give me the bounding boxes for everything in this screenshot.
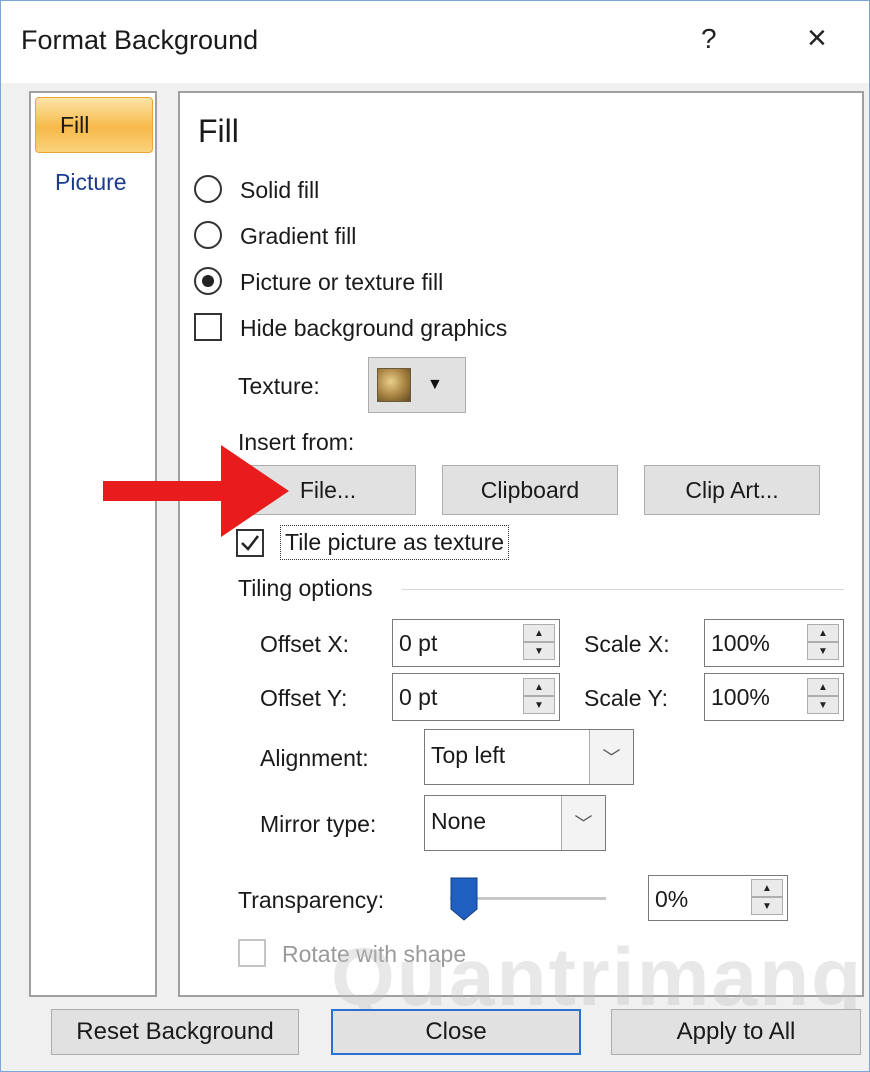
- radio-solid-fill-label[interactable]: Solid fill: [240, 177, 319, 204]
- scale-y-spinner[interactable]: ▲ ▼: [807, 678, 839, 716]
- offset-x-value: 0 pt: [399, 630, 438, 656]
- chevron-down-icon[interactable]: ﹀: [589, 730, 633, 784]
- category-list: Fill Picture: [29, 91, 157, 997]
- scale-x-field[interactable]: 100% ▲ ▼: [704, 619, 844, 667]
- mirror-type-value: None: [431, 808, 486, 834]
- tiling-divider: [402, 589, 844, 590]
- spin-up-icon[interactable]: ▲: [523, 624, 555, 642]
- spin-down-icon[interactable]: ▼: [523, 642, 555, 660]
- section-title: Fill: [198, 113, 239, 149]
- nav-item-fill[interactable]: Fill: [35, 97, 153, 153]
- alignment-value: Top left: [431, 742, 506, 768]
- hide-graphics-label[interactable]: Hide background graphics: [240, 315, 507, 342]
- scale-x-spinner[interactable]: ▲ ▼: [807, 624, 839, 662]
- offset-x-field[interactable]: 0 pt ▲ ▼: [392, 619, 560, 667]
- spin-up-icon[interactable]: ▲: [807, 624, 839, 642]
- radio-picture-fill[interactable]: [194, 267, 222, 295]
- close-icon[interactable]: ×: [807, 19, 827, 58]
- texture-label: Texture:: [238, 373, 320, 399]
- scale-x-value: 100%: [711, 630, 770, 656]
- mirror-type-label: Mirror type:: [260, 811, 377, 837]
- spin-down-icon[interactable]: ▼: [523, 696, 555, 714]
- transparency-label: Transparency:: [238, 887, 385, 913]
- radio-picture-fill-label[interactable]: Picture or texture fill: [240, 269, 443, 296]
- transparency-spinner[interactable]: ▲ ▼: [751, 879, 783, 917]
- offset-x-spinner[interactable]: ▲ ▼: [523, 624, 555, 662]
- offset-y-spinner[interactable]: ▲ ▼: [523, 678, 555, 716]
- transparency-field[interactable]: 0% ▲ ▼: [648, 875, 788, 921]
- texture-swatch: [377, 368, 411, 402]
- spin-down-icon[interactable]: ▼: [751, 897, 783, 915]
- rotate-shape-checkbox: [238, 939, 266, 967]
- apply-to-all-button[interactable]: Apply to All: [611, 1009, 861, 1055]
- clipboard-button[interactable]: Clipboard: [442, 465, 618, 515]
- scale-y-value: 100%: [711, 684, 770, 710]
- nav-item-picture[interactable]: Picture: [55, 169, 127, 196]
- offset-y-value: 0 pt: [399, 684, 438, 710]
- help-icon[interactable]: ?: [701, 23, 717, 55]
- texture-picker[interactable]: ▼: [368, 357, 466, 413]
- red-arrow-annotation: [103, 445, 289, 537]
- radio-solid-fill[interactable]: [194, 175, 222, 203]
- spin-down-icon[interactable]: ▼: [807, 696, 839, 714]
- dialog-title: Format Background: [21, 25, 259, 55]
- scale-y-field[interactable]: 100% ▲ ▼: [704, 673, 844, 721]
- spin-up-icon[interactable]: ▲: [523, 678, 555, 696]
- reset-background-button[interactable]: Reset Background: [51, 1009, 299, 1055]
- spin-down-icon[interactable]: ▼: [807, 642, 839, 660]
- alignment-label: Alignment:: [260, 745, 369, 771]
- format-background-dialog: Format Background ? × Fill Picture Fill …: [0, 0, 870, 1072]
- dropdown-arrow-icon: ▼: [427, 376, 443, 393]
- transparency-slider-thumb[interactable]: [450, 877, 478, 921]
- transparency-value: 0%: [655, 886, 689, 912]
- scale-y-label: Scale Y:: [584, 685, 668, 711]
- radio-gradient-fill-label[interactable]: Gradient fill: [240, 223, 356, 250]
- spin-up-icon[interactable]: ▲: [751, 879, 783, 897]
- hide-graphics-checkbox[interactable]: [194, 313, 222, 341]
- radio-gradient-fill[interactable]: [194, 221, 222, 249]
- close-button[interactable]: Close: [331, 1009, 581, 1055]
- offset-x-label: Offset X:: [260, 631, 350, 657]
- offset-y-field[interactable]: 0 pt ▲ ▼: [392, 673, 560, 721]
- spin-up-icon[interactable]: ▲: [807, 678, 839, 696]
- mirror-type-dropdown[interactable]: None ﹀: [424, 795, 606, 851]
- clip-art-button[interactable]: Clip Art...: [644, 465, 820, 515]
- alignment-dropdown[interactable]: Top left ﹀: [424, 729, 634, 785]
- offset-y-label: Offset Y:: [260, 685, 348, 711]
- nav-item-fill-label: Fill: [60, 112, 90, 138]
- fill-panel: Fill Solid fill Gradient fill Picture or…: [178, 91, 864, 997]
- scale-x-label: Scale X:: [584, 631, 670, 657]
- tile-texture-label[interactable]: Tile picture as texture: [280, 525, 510, 560]
- tiling-options-heading: Tiling options: [238, 575, 373, 601]
- chevron-down-icon[interactable]: ﹀: [561, 796, 605, 850]
- title-bar: Format Background ? ×: [1, 1, 869, 83]
